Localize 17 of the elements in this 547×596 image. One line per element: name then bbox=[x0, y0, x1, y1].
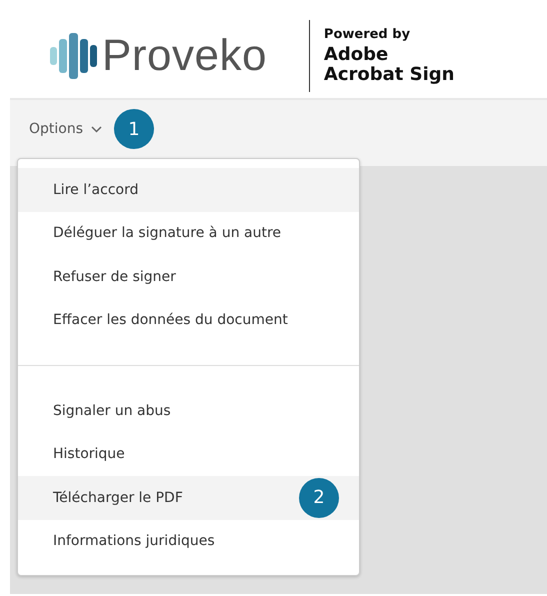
step-number-badge: 2 bbox=[299, 478, 339, 518]
menu-item[interactable]: Informations juridiques bbox=[18, 520, 359, 563]
options-dropdown[interactable]: Options bbox=[27, 117, 104, 141]
logo-icon bbox=[50, 33, 98, 79]
step-number-badge: 1 bbox=[114, 109, 154, 149]
menu-item[interactable]: Déléguer la signature à un autre bbox=[18, 212, 359, 255]
powered-by-text: Powered by bbox=[324, 28, 412, 42]
menu-item[interactable]: Effacer les données du document bbox=[18, 298, 359, 342]
chevron-down-icon bbox=[91, 126, 102, 132]
menu-item[interactable]: Refuser de signer bbox=[18, 255, 359, 298]
brand-name: Proveko bbox=[102, 31, 267, 81]
menu-item[interactable]: Lire l’accord bbox=[18, 168, 359, 212]
menu-item[interactable]: Historique bbox=[18, 432, 359, 476]
product-name-line: Adobe bbox=[324, 44, 390, 65]
menu-item[interactable]: Signaler un abus bbox=[18, 389, 359, 432]
menu-item[interactable]: Télécharger le PDF 2 bbox=[18, 476, 359, 520]
product-name-line: Acrobat Sign bbox=[324, 64, 455, 84]
